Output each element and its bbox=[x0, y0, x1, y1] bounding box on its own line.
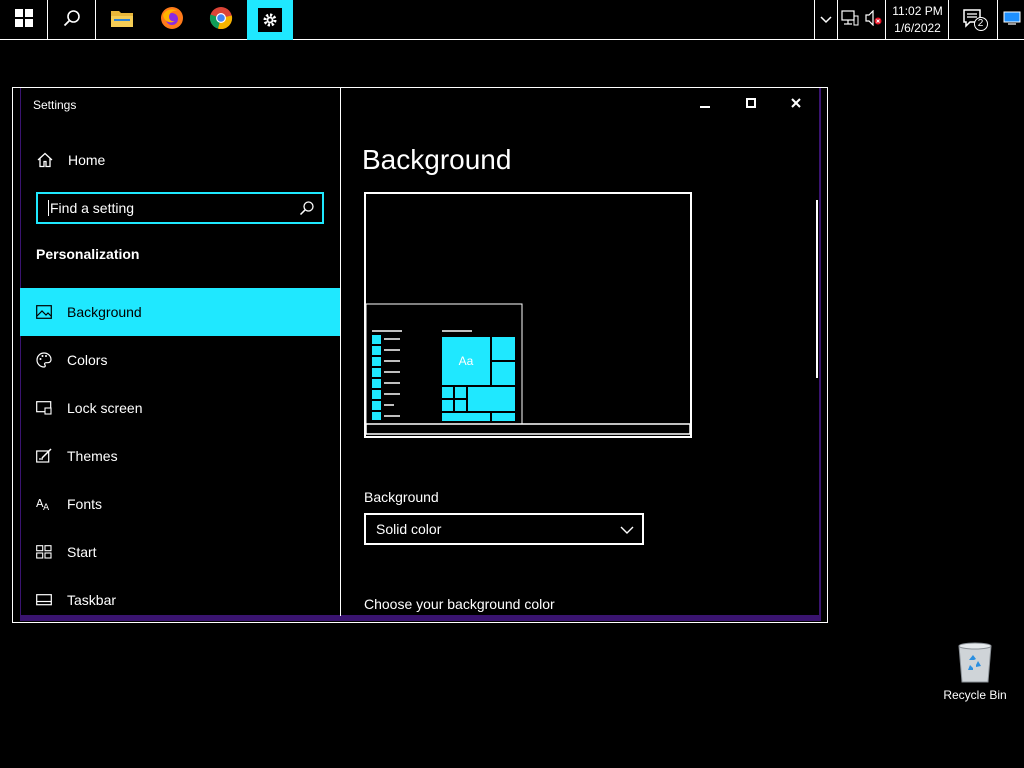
sidebar-item-taskbar[interactable]: Taskbar bbox=[20, 576, 340, 624]
sidebar-item-label: Fonts bbox=[67, 496, 103, 512]
notification-icon: 2 bbox=[962, 8, 988, 32]
find-setting-search-input[interactable]: Find a setting bbox=[36, 192, 324, 224]
recycle-bin-label: Recycle Bin bbox=[943, 688, 1007, 702]
window-title: Settings bbox=[33, 98, 77, 112]
taskbar: 11:02 PM 1/6/2022 2 bbox=[0, 0, 1024, 40]
chevron-down-icon bbox=[620, 523, 634, 539]
taskbar-icon bbox=[36, 592, 52, 608]
desktop-preview-graphic: Aa bbox=[365, 303, 691, 435]
network-tray-button[interactable] bbox=[839, 0, 861, 40]
sidebar-item-label: Lock screen bbox=[67, 400, 143, 416]
palette-icon bbox=[36, 352, 52, 368]
windows-logo-icon bbox=[14, 8, 33, 32]
home-label: Home bbox=[68, 152, 106, 168]
search-icon[interactable] bbox=[299, 200, 315, 219]
sidebar-item-label: Themes bbox=[67, 448, 118, 464]
choose-color-label: Choose your background color bbox=[364, 596, 555, 612]
pane-divider bbox=[340, 88, 341, 616]
text-caret bbox=[48, 200, 49, 216]
settings-window: Settings Home Find a setting Personaliza… bbox=[12, 87, 828, 623]
chrome-icon bbox=[209, 6, 233, 35]
maximize-button[interactable] bbox=[736, 94, 766, 116]
chevron-up-icon bbox=[820, 11, 832, 29]
page-title: Background bbox=[362, 144, 512, 175]
clock-button[interactable]: 11:02 PM 1/6/2022 bbox=[887, 0, 949, 40]
action-center-button[interactable]: 2 bbox=[950, 0, 998, 40]
sidebar-item-label: Background bbox=[67, 304, 142, 320]
clock-date: 1/6/2022 bbox=[894, 21, 941, 35]
show-hidden-icons-button[interactable] bbox=[814, 0, 838, 40]
start-icon bbox=[36, 544, 52, 560]
home-link[interactable]: Home bbox=[37, 152, 105, 168]
network-icon bbox=[841, 9, 859, 31]
sidebar-item-fonts[interactable]: AA Fonts bbox=[20, 480, 340, 528]
sidebar-item-themes[interactable]: Themes bbox=[20, 432, 340, 480]
close-button[interactable] bbox=[781, 94, 811, 116]
fonts-icon: AA bbox=[36, 496, 52, 512]
search-placeholder: Find a setting bbox=[50, 200, 135, 216]
close-icon bbox=[790, 96, 802, 114]
picture-icon bbox=[36, 304, 52, 320]
recycle-bin-desktop-icon[interactable]: Recycle Bin bbox=[940, 640, 1010, 702]
background-preview: Aa bbox=[364, 192, 692, 438]
maximize-icon bbox=[745, 96, 757, 114]
background-type-dropdown[interactable]: Solid color bbox=[364, 513, 644, 545]
sidebar-item-label: Start bbox=[67, 544, 97, 560]
volume-muted-icon bbox=[864, 9, 883, 31]
lock-screen-icon bbox=[36, 400, 52, 416]
search-icon bbox=[63, 9, 81, 32]
svg-text:A: A bbox=[43, 503, 50, 512]
clock-time: 11:02 PM bbox=[892, 4, 943, 18]
section-title: Personalization bbox=[36, 246, 140, 262]
folder-icon bbox=[110, 8, 134, 33]
chrome-button[interactable] bbox=[197, 0, 245, 40]
preview-tile-text: Aa bbox=[459, 354, 474, 368]
background-field-label: Background bbox=[364, 489, 439, 505]
sidebar-item-label: Colors bbox=[67, 352, 108, 368]
volume-tray-button[interactable] bbox=[862, 0, 886, 40]
settings-taskbar-button[interactable] bbox=[247, 0, 293, 40]
sidebar-item-colors[interactable]: Colors bbox=[20, 336, 340, 384]
sidebar-item-label: Taskbar bbox=[67, 592, 117, 608]
taskbar-search-button[interactable] bbox=[48, 0, 96, 40]
gear-icon bbox=[258, 8, 282, 32]
sidebar-item-lock-screen[interactable]: Lock screen bbox=[20, 384, 340, 432]
minimize-button[interactable] bbox=[690, 94, 720, 116]
firefox-button[interactable] bbox=[148, 0, 196, 40]
firefox-icon bbox=[160, 6, 184, 35]
themes-icon bbox=[36, 448, 52, 464]
show-desktop-button[interactable] bbox=[999, 0, 1024, 40]
desktop-icon bbox=[1003, 11, 1021, 30]
minimize-icon bbox=[699, 96, 711, 114]
notification-count-badge: 2 bbox=[973, 17, 988, 31]
sidebar-item-start[interactable]: Start bbox=[20, 528, 340, 576]
dropdown-selected-value: Solid color bbox=[376, 521, 442, 537]
content-scrollbar[interactable] bbox=[816, 200, 818, 378]
recycle-bin-icon bbox=[955, 640, 995, 684]
file-explorer-button[interactable] bbox=[98, 0, 146, 40]
sidebar-item-background[interactable]: Background bbox=[20, 288, 340, 336]
start-button[interactable] bbox=[0, 0, 48, 40]
home-icon bbox=[37, 152, 53, 168]
